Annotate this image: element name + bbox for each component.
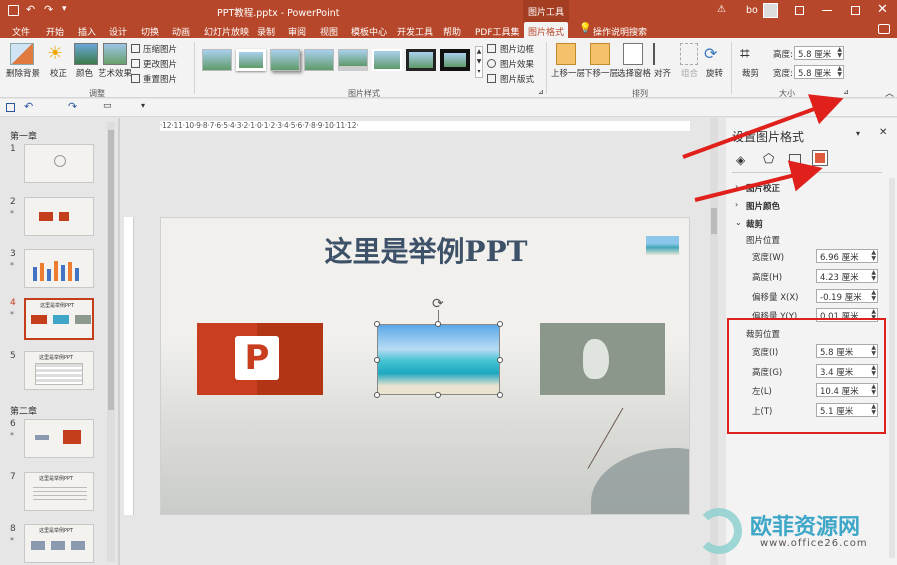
watermark-logo-icon [696, 508, 742, 554]
arrow-to-size-launcher [682, 94, 844, 159]
watermark-url: www.office26.com [760, 538, 868, 549]
arrow-to-picture-tab [694, 160, 823, 202]
watermark-name: 欧菲资源网 [750, 515, 861, 540]
annotation-arrows [682, 94, 844, 202]
